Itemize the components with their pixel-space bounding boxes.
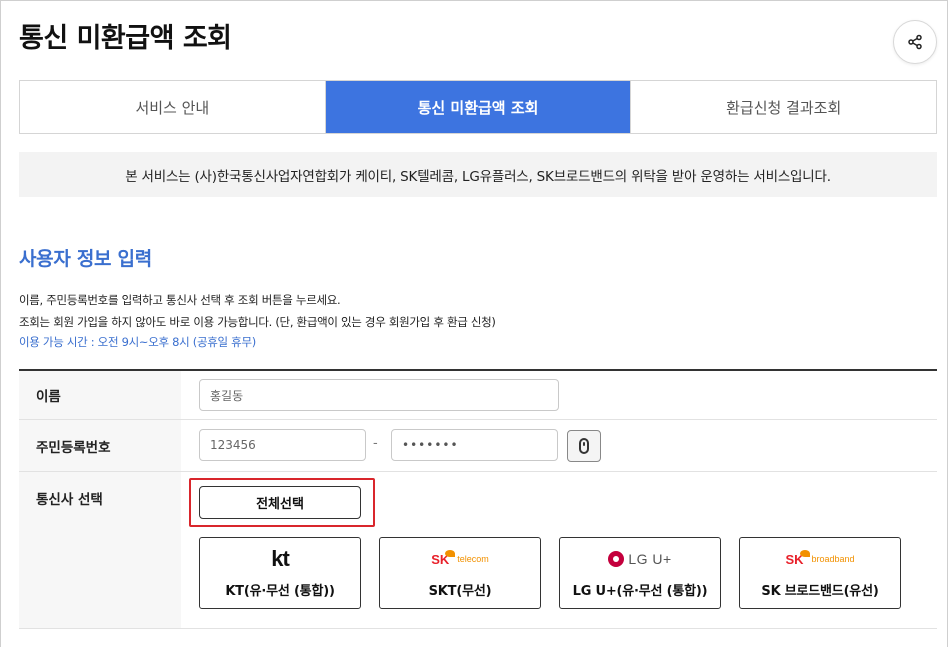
rrn-row: 주민등록번호 123456 - ••••••• [19, 420, 937, 472]
select-all-button[interactable]: 전체선택 [199, 486, 361, 519]
carrier-label: 통신사 선택 [19, 472, 181, 628]
instruction-text: 이름, 주민등록번호를 입력하고 통신사 선택 후 조회 버튼을 누르세요. [19, 293, 341, 307]
carrier-kt-name: KT(유·무선 (통합)) [225, 584, 335, 599]
name-label: 이름 [19, 371, 181, 419]
tab-service-info[interactable]: 서비스 안내 [20, 81, 326, 133]
name-input[interactable]: 홍길동 [199, 379, 559, 411]
rrn-label: 주민등록번호 [19, 420, 181, 471]
page: 통신 미환급액 조회 서비스 안내 통신 미환급액 조회 환급신청 결과조회 본… [0, 0, 948, 647]
carrier-kt-button[interactable]: kt KT(유·무선 (통합)) [199, 537, 361, 609]
skt-logo: SK telecom [431, 549, 489, 567]
membership-note: 조회는 회원 가입을 하지 않아도 바로 이용 가능합니다. (단, 환급액이 … [19, 315, 496, 329]
carrier-row: 통신사 선택 전체선택 kt KT(유·무선 (통합)) SK telecom … [19, 472, 937, 629]
carrier-skt-button[interactable]: SK telecom SKT(무선) [379, 537, 541, 609]
page-title: 통신 미환급액 조회 [19, 23, 232, 54]
rrn-back-input[interactable]: ••••••• [391, 429, 558, 461]
share-button[interactable] [893, 20, 937, 64]
name-row: 이름 홍길동 [19, 371, 937, 420]
service-hours: 이용 가능 시간 : 오전 9시~오후 8시 (공휴일 휴무) [19, 335, 256, 349]
section-title: 사용자 정보 입력 [19, 248, 152, 270]
user-info-form: 이름 홍길동 주민등록번호 123456 - ••••••• 통신사 선택 전체… [19, 369, 937, 629]
carrier-skb-name: SK 브로드밴드(유선) [761, 584, 879, 599]
service-notice: 본 서비스는 (사)한국통신사업자연합회가 케이티, SK텔레콤, LG유플러스… [19, 152, 937, 197]
carrier-lgu-name: LG U+(유·무선 (통합)) [572, 584, 708, 599]
tab-unrefunded-inquiry[interactable]: 통신 미환급액 조회 [325, 81, 632, 133]
share-icon [908, 34, 922, 50]
tab-refund-result[interactable]: 환급신청 결과조회 [631, 81, 937, 133]
mouse-icon [579, 438, 589, 454]
carrier-lgu-button[interactable]: LG U+ LG U+(유·무선 (통합)) [559, 537, 721, 609]
carrier-skt-name: SKT(무선) [428, 584, 492, 599]
rrn-separator: - [373, 436, 378, 451]
kt-logo: kt [271, 546, 290, 571]
carrier-skb-button[interactable]: SK broadband SK 브로드밴드(유선) [739, 537, 901, 609]
mouse-keypad-button[interactable] [567, 430, 601, 462]
rrn-front-input[interactable]: 123456 [199, 429, 366, 461]
skb-logo: SK broadband [785, 549, 855, 567]
tab-bar: 서비스 안내 통신 미환급액 조회 환급신청 결과조회 [19, 80, 937, 134]
lgu-logo: LG U+ [560, 546, 720, 572]
